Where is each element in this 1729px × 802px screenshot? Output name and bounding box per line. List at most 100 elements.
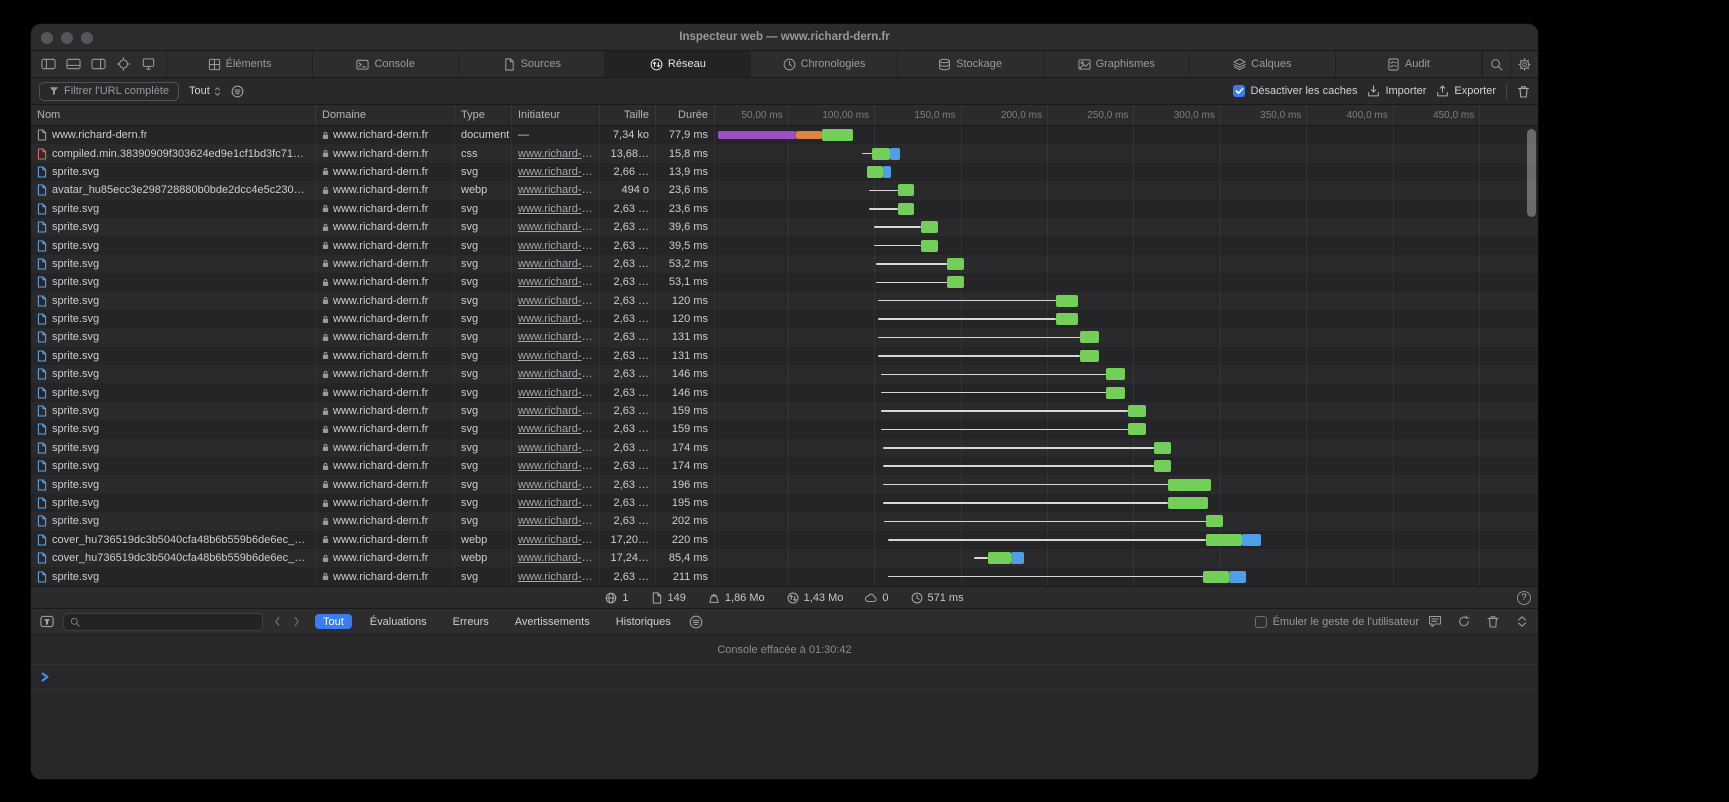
search-button[interactable] (1482, 51, 1510, 77)
initiator-link[interactable]: www.richard-d… (518, 405, 593, 417)
table-row[interactable]: sprite.svgwww.richard-dern.frsvgwww.rich… (31, 292, 1538, 310)
dock-left-button[interactable] (41, 57, 56, 71)
initiator-link[interactable]: www.richard-d… (518, 552, 593, 564)
console-messages-button[interactable] (1428, 615, 1442, 628)
tab-audit[interactable]: Audit (1336, 51, 1482, 77)
initiator-link[interactable]: www.richard-d… (518, 184, 593, 196)
initiator-link[interactable]: www.richard-d… (518, 515, 593, 527)
console-scope-avertissements[interactable]: Avertissements (507, 614, 598, 629)
zoom-button[interactable] (81, 32, 93, 44)
table-row[interactable]: sprite.svgwww.richard-dern.frsvgwww.rich… (31, 218, 1538, 236)
column-header-initiateur[interactable]: Initiateur (512, 105, 600, 125)
console-scope-erreurs[interactable]: Erreurs (445, 614, 497, 629)
initiator-link[interactable]: www.richard-d… (518, 148, 593, 160)
settings-button[interactable] (1510, 51, 1538, 77)
table-row[interactable]: sprite.svgwww.richard-dern.frsvgwww.rich… (31, 439, 1538, 457)
table-row[interactable]: sprite.svgwww.richard-dern.frsvgwww.rich… (31, 273, 1538, 291)
initiator-link[interactable]: www.richard-d… (518, 534, 593, 546)
initiator-link[interactable]: www.richard-d… (518, 368, 593, 380)
table-row[interactable]: compiled.min.38390909f303624ed9e1cf1bd3f… (31, 144, 1538, 162)
table-row[interactable]: cover_hu736519dc3b5040cfa48b6b559b6de6ec… (31, 549, 1538, 567)
console-prompt[interactable] (31, 665, 1538, 690)
console-search-field[interactable] (63, 613, 263, 631)
table-row[interactable]: cover_hu736519dc3b5040cfa48b6b559b6de6ec… (31, 531, 1538, 549)
table-row[interactable]: sprite.svgwww.richard-dern.frsvgwww.rich… (31, 457, 1538, 475)
initiator-link[interactable]: www.richard-d… (518, 460, 593, 472)
initiator-link[interactable]: www.richard-d… (518, 276, 593, 288)
url-filter-field[interactable]: Filtrer l'URL complète (39, 82, 179, 101)
clear-network-button[interactable] (1517, 85, 1530, 98)
table-row[interactable]: sprite.svgwww.richard-dern.frsvgwww.rich… (31, 310, 1538, 328)
column-header-taille[interactable]: Taille (600, 105, 656, 125)
tab-network[interactable]: Réseau (605, 51, 751, 77)
import-button[interactable]: Importer (1367, 85, 1426, 97)
tab-elements[interactable]: Éléments (167, 51, 313, 77)
close-button[interactable] (41, 32, 53, 44)
tab-console[interactable]: Console (313, 51, 459, 77)
vertical-scrollbar[interactable] (1527, 129, 1536, 217)
initiator-link[interactable]: www.richard-d… (518, 203, 593, 215)
initiator-link[interactable]: www.richard-d… (518, 295, 593, 307)
reload-button[interactable] (1457, 615, 1471, 628)
resource-type-dropdown[interactable]: Tout (189, 85, 221, 97)
table-row[interactable]: sprite.svgwww.richard-dern.frsvgwww.rich… (31, 163, 1538, 181)
console-message-filter-button[interactable] (689, 615, 703, 629)
initiator-link[interactable]: www.richard-d… (518, 387, 593, 399)
table-row[interactable]: www.richard-dern.frwww.richard-dern.frdo… (31, 126, 1538, 144)
console-scope-évaluations[interactable]: Évaluations (362, 614, 435, 629)
disable-caches-checkbox[interactable]: Désactiver les caches (1233, 85, 1357, 97)
element-picker-button[interactable] (116, 57, 131, 71)
help-button[interactable]: ? (1517, 591, 1531, 605)
console-filter-button[interactable] (40, 615, 54, 628)
initiator-link[interactable]: www.richard-d… (518, 166, 593, 178)
table-row[interactable]: sprite.svgwww.richard-dern.frsvgwww.rich… (31, 347, 1538, 365)
table-row[interactable]: sprite.svgwww.richard-dern.frsvgwww.rich… (31, 512, 1538, 530)
initiator-link[interactable]: www.richard-d… (518, 350, 593, 362)
previous-result-button[interactable] (274, 616, 281, 627)
initiator-link[interactable]: www.richard-d… (518, 497, 593, 509)
table-row[interactable]: sprite.svgwww.richard-dern.frsvgwww.rich… (31, 494, 1538, 512)
dock-bottom-button[interactable] (66, 57, 81, 71)
emulate-user-gesture-checkbox[interactable]: Émuler le geste de l'utilisateur (1255, 616, 1419, 628)
table-row[interactable]: sprite.svgwww.richard-dern.frsvgwww.rich… (31, 567, 1538, 585)
table-row[interactable]: sprite.svgwww.richard-dern.frsvgwww.rich… (31, 236, 1538, 254)
column-header-duree[interactable]: Durée (656, 105, 715, 125)
initiator-link[interactable]: www.richard-d… (518, 442, 593, 454)
initiator-link[interactable]: www.richard-d… (518, 221, 593, 233)
table-row[interactable]: avatar_hu85ecc3e298728880b0bde2dcc4e5c23… (31, 181, 1538, 199)
table-row[interactable]: sprite.svgwww.richard-dern.frsvgwww.rich… (31, 255, 1538, 273)
initiator-link[interactable]: www.richard-d… (518, 331, 593, 343)
tab-graphics[interactable]: Graphismes (1044, 51, 1190, 77)
dock-right-button[interactable] (91, 57, 106, 71)
device-settings-button[interactable] (141, 57, 156, 71)
resize-console-button[interactable] (1515, 615, 1529, 628)
initiator-link[interactable]: www.richard-d… (518, 313, 593, 325)
initiator-link[interactable]: www.richard-d… (518, 571, 593, 583)
column-header-nom[interactable]: Nom (31, 105, 316, 125)
column-header-domaine[interactable]: Domaine (316, 105, 455, 125)
tab-storage[interactable]: Stockage (898, 51, 1044, 77)
initiator-link[interactable]: www.richard-d… (518, 258, 593, 270)
tab-sources[interactable]: Sources (459, 51, 605, 77)
initiator-link[interactable]: www.richard-d… (518, 423, 593, 435)
table-row[interactable]: sprite.svgwww.richard-dern.frsvgwww.rich… (31, 328, 1538, 346)
console-scope-tout[interactable]: Tout (315, 614, 352, 629)
console-scope-historiques[interactable]: Historiques (608, 614, 679, 629)
table-row[interactable]: sprite.svgwww.richard-dern.frsvgwww.rich… (31, 402, 1538, 420)
console-search-input[interactable] (84, 616, 256, 628)
table-row[interactable]: sprite.svgwww.richard-dern.frsvgwww.rich… (31, 475, 1538, 493)
table-row[interactable]: sprite.svgwww.richard-dern.frsvgwww.rich… (31, 383, 1538, 401)
initiator-link[interactable]: www.richard-d… (518, 240, 593, 252)
clear-console-button[interactable] (1486, 615, 1500, 628)
tab-timelines[interactable]: Chronologies (751, 51, 897, 77)
initiator-link[interactable]: www.richard-d… (518, 479, 593, 491)
table-row[interactable]: sprite.svgwww.richard-dern.frsvgwww.rich… (31, 420, 1538, 438)
tab-layers[interactable]: Calques (1190, 51, 1336, 77)
export-button[interactable]: Exporter (1436, 85, 1496, 97)
next-result-button[interactable] (293, 616, 300, 627)
table-row[interactable]: sprite.svgwww.richard-dern.frsvgwww.rich… (31, 200, 1538, 218)
minimize-button[interactable] (61, 32, 73, 44)
table-row[interactable]: sprite.svgwww.richard-dern.frsvgwww.rich… (31, 365, 1538, 383)
network-filter-button[interactable] (231, 85, 244, 98)
column-header-type[interactable]: Type (455, 105, 512, 125)
